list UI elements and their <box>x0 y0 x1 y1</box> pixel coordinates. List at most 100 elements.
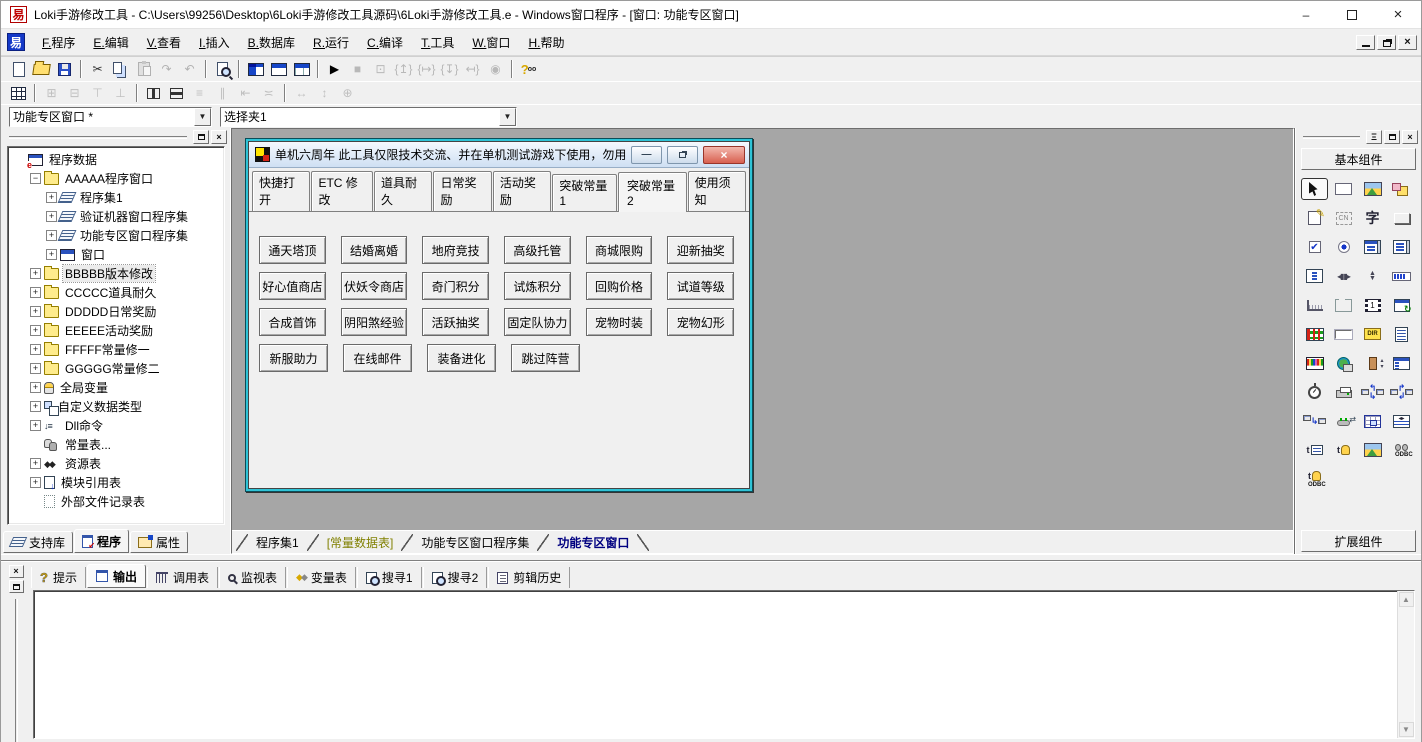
palette-picture-box[interactable] <box>1359 178 1386 200</box>
output-tab-输出[interactable]: 输出 <box>86 564 146 588</box>
expand-icon[interactable]: + <box>30 363 41 374</box>
menu-1[interactable]: E.编辑 <box>84 30 137 55</box>
left-tab-支持库[interactable]: 支持库 <box>3 531 74 553</box>
palette-scale-bar[interactable] <box>1301 294 1328 316</box>
output-scrollbar[interactable]: ▲ ▼ <box>1397 591 1414 738</box>
form-tab-使用须知[interactable]: 使用须知 <box>687 171 747 211</box>
palette-check-box[interactable]: ✔ <box>1301 236 1328 258</box>
tree-item-5[interactable]: + 窗口 <box>10 245 224 264</box>
tree-item-4[interactable]: + 功能专区窗口程序集 <box>10 226 224 245</box>
palette-server-socket[interactable]: ↱ ↲ <box>1388 381 1415 403</box>
palette-button[interactable] <box>1388 207 1415 229</box>
palette-group-box[interactable]: CN <box>1330 207 1357 229</box>
palette-static-text[interactable]: 字 <box>1359 207 1386 229</box>
palette-remote-link[interactable]: ↳ <box>1301 410 1328 432</box>
collapse-icon[interactable]: − <box>30 173 41 184</box>
form-button-试道等级[interactable]: 试道等级 <box>667 272 735 300</box>
menu-9[interactable]: H.帮助 <box>519 30 573 55</box>
panel-maximize-button[interactable] <box>8 580 24 593</box>
palette-radio-button[interactable] <box>1330 236 1357 258</box>
window-panes-button[interactable] <box>244 59 267 79</box>
form-button-宠物时装[interactable]: 宠物时装 <box>585 308 653 336</box>
menu-7[interactable]: T.工具 <box>412 30 463 55</box>
palette-window-launcher[interactable] <box>1388 294 1415 316</box>
form-minimize-button[interactable]: — <box>631 145 662 164</box>
expand-icon[interactable]: + <box>46 249 57 260</box>
doc-tab-功能专区窗口[interactable]: 功能专区窗口 <box>549 532 637 553</box>
doc-tab-[常量数据表][interactable]: [常量数据表] <box>319 532 402 553</box>
palette-check-list-box[interactable] <box>1301 265 1328 287</box>
output-tab-调用表[interactable]: 调用表 <box>146 567 218 588</box>
form-button-奇门积分[interactable]: 奇门积分 <box>422 272 490 300</box>
window-split-button[interactable] <box>267 59 290 79</box>
form-button-回购价格[interactable]: 回购价格 <box>585 272 653 300</box>
palette-printer[interactable] <box>1330 381 1357 403</box>
window-selector-dropdown-icon[interactable]: ▼ <box>194 107 211 126</box>
tree-item-3[interactable]: + 验证机器窗口程序集 <box>10 207 224 226</box>
palette-door-spinner[interactable] <box>1359 352 1386 374</box>
expand-icon[interactable]: + <box>30 477 41 488</box>
window-grid-button[interactable] <box>290 59 313 79</box>
palette-frame[interactable] <box>1330 294 1357 316</box>
menu-3[interactable]: I.插入 <box>190 30 239 55</box>
palette-animation-box[interactable]: 1 <box>1359 294 1386 316</box>
form-button-好心值商店[interactable]: 好心值商店 <box>259 272 326 300</box>
palette-document-box[interactable] <box>1388 323 1415 345</box>
form-tab-ETC 修改[interactable]: ETC 修改 <box>311 171 373 211</box>
menu-5[interactable]: R.运行 <box>304 30 358 55</box>
expand-icon[interactable]: + <box>30 382 41 393</box>
form-button-阴阳煞经验[interactable]: 阴阳煞经验 <box>340 308 408 336</box>
palette-label[interactable] <box>1330 178 1357 200</box>
form-restore-button[interactable] <box>667 145 698 164</box>
form-button-新服助力[interactable]: 新服助力 <box>259 344 328 372</box>
form-button-高级托管[interactable]: 高级托管 <box>504 236 571 264</box>
form-tab-日常奖励[interactable]: 日常奖励 <box>433 171 492 211</box>
form-button-结婚离婚[interactable]: 结婚离婚 <box>340 236 408 264</box>
menu-4[interactable]: B.数据库 <box>239 30 304 55</box>
panel-maximize-button[interactable] <box>193 130 209 144</box>
palette-data-grid[interactable] <box>1359 410 1386 432</box>
open-file-button[interactable] <box>30 59 53 79</box>
run-button[interactable]: ▶ <box>323 59 346 79</box>
palette-toolbar-box[interactable] <box>1388 352 1415 374</box>
tree-item-6[interactable]: + BBBBB版本修改 <box>10 264 224 283</box>
form-button-迎新抽奖[interactable]: 迎新抽奖 <box>667 236 735 264</box>
cut-button[interactable]: ✂ <box>86 59 109 79</box>
palette-h-scrollbar[interactable]: ◂▮▮▸ <box>1330 265 1357 287</box>
palette-list-box[interactable] <box>1388 236 1415 258</box>
output-tab-提示[interactable]: ? 提示 <box>31 567 86 588</box>
expand-icon[interactable]: + <box>30 287 41 298</box>
panel-close-button[interactable]: × <box>211 130 227 144</box>
output-tab-搜寻2[interactable]: 搜寻2 <box>422 567 488 588</box>
find-button[interactable] <box>211 59 234 79</box>
palette-color-picker[interactable] <box>1301 352 1328 374</box>
tab-selector-input[interactable] <box>221 107 499 126</box>
palette-table-db[interactable]: t <box>1330 439 1357 461</box>
scroll-up-icon[interactable]: ▲ <box>1398 592 1414 607</box>
form-button-通天塔顶[interactable]: 通天塔顶 <box>259 236 326 264</box>
palette-timer[interactable] <box>1301 381 1328 403</box>
tree-item-0[interactable]: 程序数据 <box>10 150 224 169</box>
form-button-活跃抽奖[interactable]: 活跃抽奖 <box>422 308 490 336</box>
center-vertical-button[interactable] <box>165 83 188 103</box>
palette-dir-box[interactable]: DIR <box>1359 323 1386 345</box>
palette-edit-box[interactable] <box>1330 323 1357 345</box>
maximize-button[interactable] <box>1329 1 1375 29</box>
palette-updown[interactable]: ▲ ▼ <box>1359 265 1386 287</box>
form-button-固定队协力[interactable]: 固定队协力 <box>504 308 571 336</box>
tree-item-15[interactable]: 常量表... <box>10 435 224 454</box>
mdi-restore-button[interactable] <box>1377 34 1396 50</box>
palette-shape-box[interactable] <box>1388 178 1415 200</box>
form-tab-突破常量2[interactable]: 突破常量2 <box>617 172 687 212</box>
panel-grip[interactable] <box>9 135 187 139</box>
doc-tab-程序集1[interactable]: 程序集1 <box>248 532 307 553</box>
palette-selector[interactable] <box>1301 178 1328 200</box>
tree-item-1[interactable]: − AAAAA程序窗口 <box>10 169 224 188</box>
form-button-跳过阵营[interactable]: 跳过阵营 <box>511 344 580 372</box>
doc-tab-功能专区窗口程序集[interactable]: 功能专区窗口程序集 <box>413 532 537 553</box>
panel-menu-button[interactable]: Ξ <box>1366 130 1382 144</box>
menu-8[interactable]: W.窗口 <box>463 30 519 55</box>
expand-icon[interactable]: + <box>46 211 57 222</box>
form-tab-活动奖励[interactable]: 活动奖励 <box>492 171 552 211</box>
form-designer-button[interactable] <box>7 83 30 103</box>
